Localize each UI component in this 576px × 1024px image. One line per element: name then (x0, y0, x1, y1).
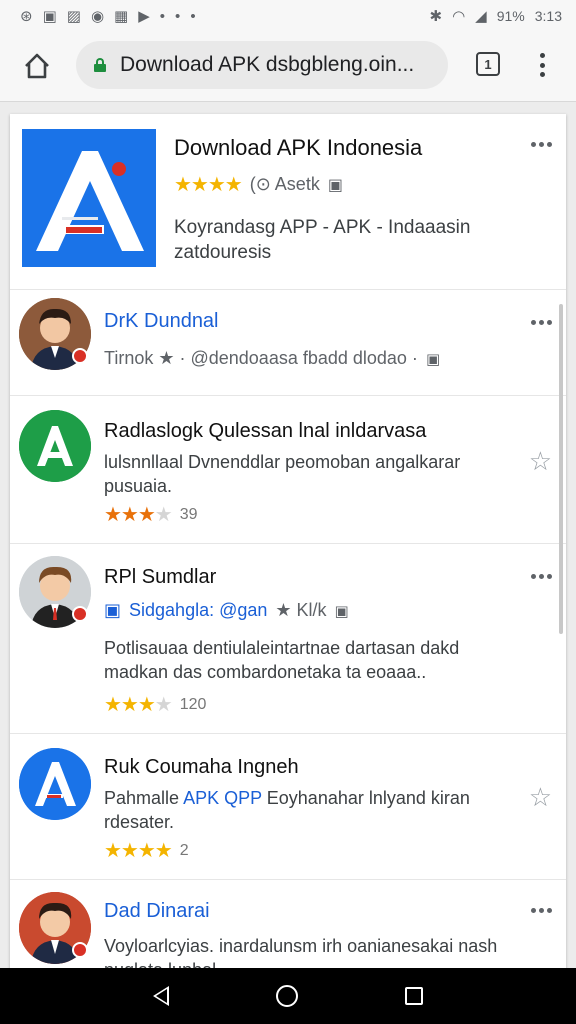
more-options-icon[interactable] (531, 908, 552, 913)
item-rating: ★★★★ 39 (104, 502, 198, 527)
play-icon: ▶ (138, 7, 150, 25)
photo-icon: ▣ (42, 7, 57, 25)
dot-icon: • (159, 7, 166, 25)
item-subtitle: Tirnok ★ · @dendoaasa fbadd dlodao · ▣ (104, 348, 441, 368)
item-description: Pahmalle APK QPP Eoyhanahar lnlyand kira… (104, 788, 470, 832)
item-title: Ruk Coumaha Ingneh (104, 756, 299, 778)
notification-icon: ⊛ (20, 7, 33, 25)
browser-toolbar: Download APK dsbgbleng.oin... 1 (0, 32, 576, 102)
rating-extra: (⊙ Asetk (249, 174, 320, 194)
list-item[interactable]: DrK Dundnal Tirnok ★ · @dendoaasa fbadd … (10, 290, 566, 396)
rating-stars: ★★★★ (174, 174, 243, 196)
status-badge (72, 606, 88, 622)
app-a-blue-icon (19, 748, 91, 820)
item-title: Radlaslogk Qulessan lnal inldarvasa (104, 420, 427, 442)
list-item[interactable]: RPl Sumdlar ▣ Sidgahgla: @gan ★ Kl/k ▣ P… (10, 544, 566, 734)
app-header[interactable]: Download APK Indonesia ★★★★ (⊙ Asetk ▣ K… (10, 114, 566, 290)
messenger-icon: ◉ (90, 7, 105, 25)
scrollbar[interactable] (559, 304, 563, 634)
rating-count: 2 (179, 841, 189, 859)
status-badge (72, 942, 88, 958)
overflow-menu-button[interactable] (530, 50, 554, 80)
rating-stars: ★★★★ (104, 840, 173, 862)
item-title: RPl Sumdlar (104, 566, 217, 588)
item-subtitle: ▣ Sidgahgla: @gan ★ Kl/k ▣ (104, 600, 349, 620)
system-navigation-bar (0, 968, 576, 1024)
item-rating: ★★★★ 2 (104, 838, 189, 863)
status-right: ✱ ◠ ◢ 91% 3:13 (430, 8, 563, 24)
list-item[interactable]: Dad Dinarai Voyloarlcyias. inardalunsm i… (10, 880, 566, 974)
signal-icon: ◢ (475, 7, 487, 25)
status-badge (72, 348, 88, 364)
gallery-icon: ▨ (66, 7, 81, 25)
more-options-icon[interactable] (531, 142, 552, 147)
favorite-star-icon[interactable]: ☆ (529, 446, 552, 477)
status-bar: ⊛ ▣ ▨ ◉ ▦ ▶ • • • ✱ ◠ ◢ 91% 3:13 (0, 0, 576, 32)
item-description: Potlisauaa dentiulaleintartnae dartasan … (104, 638, 460, 682)
app-a-green-icon (19, 410, 91, 482)
lock-icon (94, 58, 106, 72)
tabs-button[interactable]: 1 (476, 52, 500, 76)
item-title: DrK Dundnal (104, 310, 219, 332)
list-item[interactable]: Ruk Coumaha Ingneh Pahmalle APK QPP Eoyh… (10, 734, 566, 880)
app-logo-icon (22, 129, 156, 267)
app-title: Download APK Indonesia (174, 135, 423, 160)
results-card: Download APK Indonesia ★★★★ (⊙ Asetk ▣ K… (10, 114, 566, 974)
address-bar[interactable]: Download APK dsbgbleng.oin... (76, 41, 448, 89)
share-icon: ▣ (334, 602, 349, 620)
app-description: Koyrandasg APP - APK - Indaaasin zatdour… (174, 217, 471, 263)
more-options-icon[interactable] (531, 320, 552, 325)
status-left-icons: ⊛ ▣ ▨ ◉ ▦ ▶ • • • (20, 9, 196, 24)
item-description: lulsnnllaal Dvnenddlar peomoban angalkar… (104, 452, 461, 496)
verified-icon: ▣ (104, 600, 122, 620)
dot-icon: • (190, 7, 196, 25)
share-icon: ▣ (425, 350, 441, 368)
home-button[interactable] (18, 47, 56, 85)
dot-icon: • (175, 7, 181, 25)
rating-stars: ★★★★ (104, 504, 173, 526)
share-icon: ▣ (327, 176, 343, 194)
app-rating: ★★★★ (⊙ Asetk ▣ (174, 172, 343, 197)
bluetooth-icon: ✱ (429, 7, 443, 25)
rating-count: 39 (179, 505, 198, 523)
url-text: Download APK dsbgbleng.oin... (120, 53, 415, 76)
back-icon[interactable] (153, 986, 170, 1006)
more-options-icon[interactable] (531, 574, 552, 579)
item-title: Dad Dinarai (104, 900, 210, 922)
rating-stars: ★★★★ (104, 694, 173, 716)
battery-text: 91% (496, 8, 525, 24)
item-rating: ★★★★ 120 (104, 692, 206, 717)
home-circle-icon[interactable] (275, 985, 298, 1007)
home-icon (25, 53, 49, 79)
list-item[interactable]: Radlaslogk Qulessan lnal inldarvasa luls… (10, 396, 566, 544)
favorite-star-icon[interactable]: ☆ (529, 782, 552, 813)
wifi-icon: ◠ (452, 7, 466, 25)
recent-apps-icon[interactable] (404, 987, 423, 1005)
clock: 3:13 (534, 8, 562, 24)
game-icon: ▦ (114, 7, 129, 25)
rating-count: 120 (179, 695, 207, 713)
